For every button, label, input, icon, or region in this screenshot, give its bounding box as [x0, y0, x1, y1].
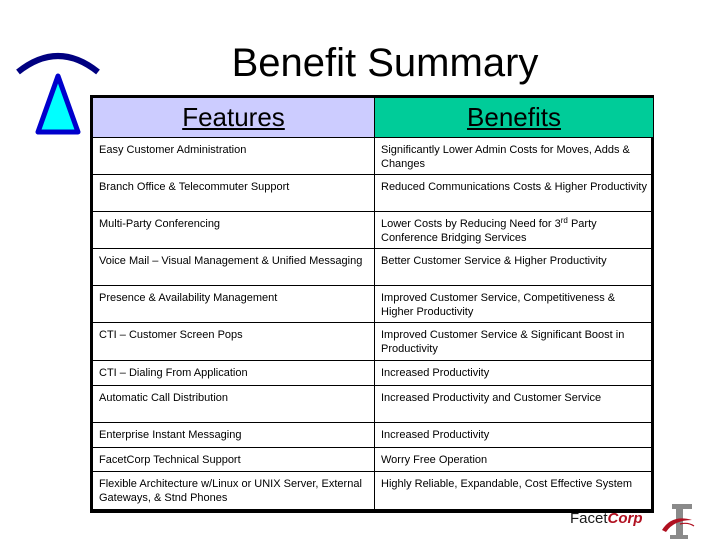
table-row: Voice Mail – Visual Management & Unified…: [92, 248, 654, 286]
benefit-cell: Increased Productivity: [374, 422, 654, 448]
ordinal-suffix: rd: [560, 216, 568, 225]
table-row: Multi-Party Conferencing Lower Costs by …: [92, 211, 654, 249]
table-row: Easy Customer Administration Significant…: [92, 137, 654, 175]
benefit-cell: Better Customer Service & Higher Product…: [374, 248, 654, 286]
benefits-header: Benefits: [374, 97, 654, 138]
benefit-cell: Highly Reliable, Expandable, Cost Effect…: [374, 471, 654, 510]
facetcorp-wordmark: FacetCorp: [570, 510, 643, 527]
benefit-cell: Improved Customer Service, Competitivene…: [374, 285, 654, 323]
feature-cell: Enterprise Instant Messaging: [92, 422, 375, 448]
benefit-cell: Significantly Lower Admin Costs for Move…: [374, 137, 654, 175]
benefit-cell: Lower Costs by Reducing Need for 3rd Par…: [374, 211, 654, 249]
feature-cell: Multi-Party Conferencing: [92, 211, 375, 249]
feature-cell: Automatic Call Distribution: [92, 385, 375, 423]
table-row: FacetCorp Technical Support Worry Free O…: [92, 447, 654, 472]
feature-cell: Branch Office & Telecommuter Support: [92, 174, 375, 212]
benefit-cell: Improved Customer Service & Significant …: [374, 322, 654, 361]
benefit-cell: Increased Productivity: [374, 360, 654, 386]
brand-suffix: Corp: [607, 510, 643, 527]
brand-prefix: Facet: [570, 510, 608, 527]
facetcorp-f-logo-icon: [662, 504, 695, 539]
benefit-cell: Increased Productivity and Customer Serv…: [374, 385, 654, 423]
feature-cell: Voice Mail – Visual Management & Unified…: [92, 248, 375, 286]
page-title: Benefit Summary: [231, 41, 539, 85]
feature-cell: CTI – Dialing From Application: [92, 360, 375, 386]
benefit-cell: Worry Free Operation: [374, 447, 654, 472]
feature-cell: CTI – Customer Screen Pops: [92, 322, 375, 361]
benefit-text: Lower Costs by Reducing Need for 3: [381, 218, 561, 230]
feature-cell: Flexible Architecture w/Linux or UNIX Se…: [92, 471, 375, 510]
feature-cell: Easy Customer Administration: [92, 137, 375, 175]
feature-cell: Presence & Availability Management: [92, 285, 375, 323]
table-row: Presence & Availability Management Impro…: [92, 285, 654, 323]
benefit-summary-table: Features Benefits Easy Customer Administ…: [90, 95, 654, 513]
table-row: Flexible Architecture w/Linux or UNIX Se…: [92, 471, 654, 510]
table-row: CTI – Customer Screen Pops Improved Cust…: [92, 322, 654, 361]
table-row: Branch Office & Telecommuter Support Red…: [92, 174, 654, 212]
features-header: Features: [92, 97, 375, 138]
table-row: Automatic Call Distribution Increased Pr…: [92, 385, 654, 423]
feature-cell: FacetCorp Technical Support: [92, 447, 375, 472]
table-row: CTI – Dialing From Application Increased…: [92, 360, 654, 386]
benefit-cell: Reduced Communications Costs & Higher Pr…: [374, 174, 654, 212]
table-row: Enterprise Instant Messaging Increased P…: [92, 422, 654, 448]
